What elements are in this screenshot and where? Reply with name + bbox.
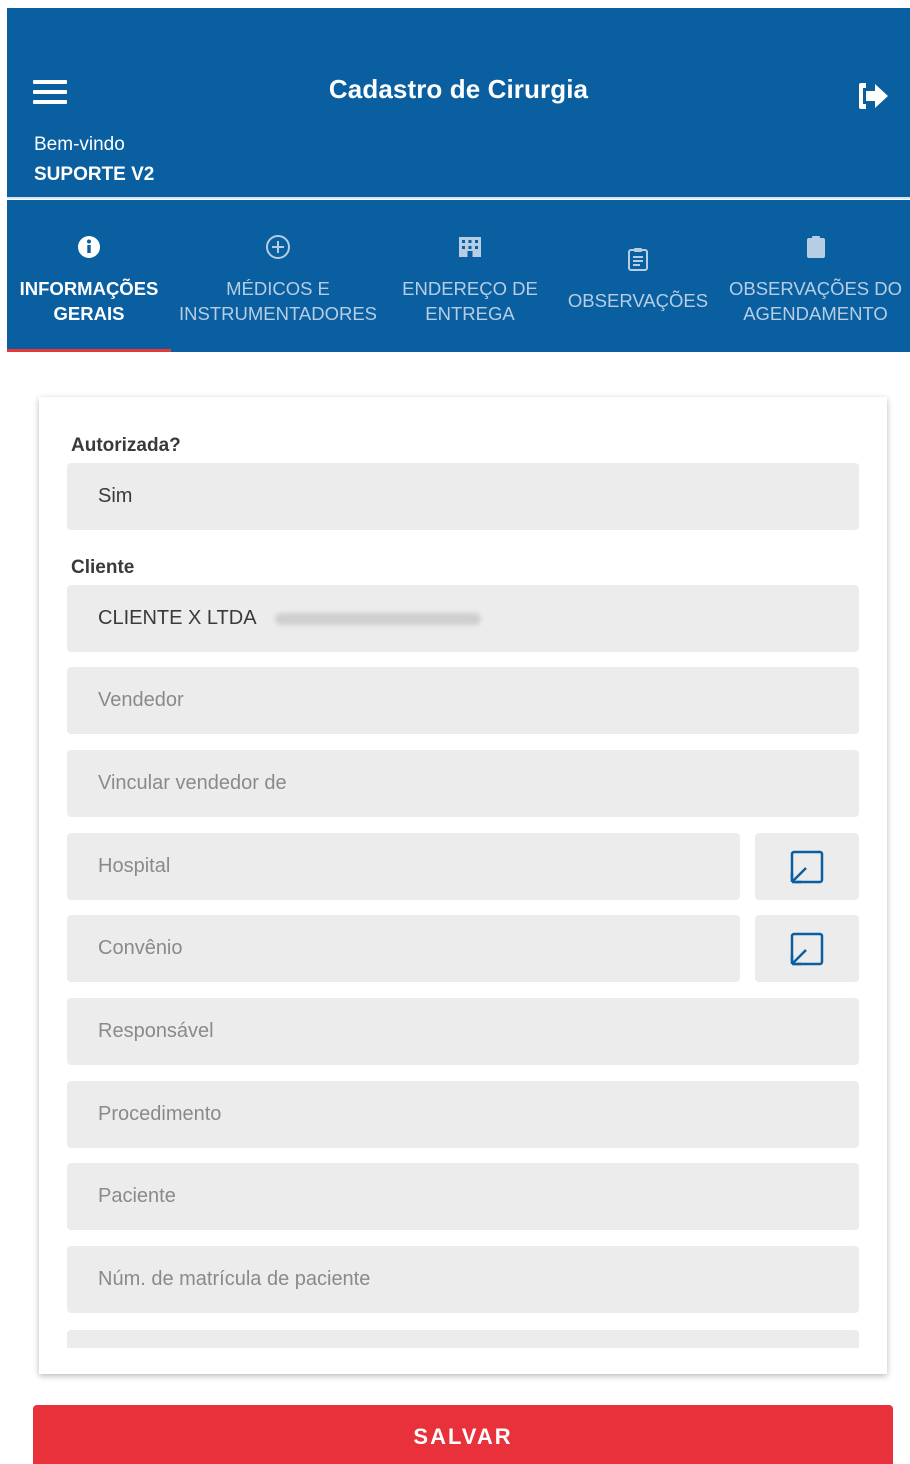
convenio-field[interactable]: Convênio: [67, 915, 740, 982]
cliente-label: Cliente: [71, 557, 135, 578]
next-field-partial[interactable]: [67, 1330, 859, 1348]
paciente-field[interactable]: Paciente: [67, 1163, 859, 1230]
tab-label-line1: Médicos e: [226, 278, 330, 299]
vendedor-field[interactable]: Vendedor: [67, 667, 859, 734]
convenio-placeholder: Convênio: [98, 937, 183, 959]
info-icon: [7, 234, 171, 260]
add-circle-icon: [171, 234, 385, 260]
welcome-text: Bem-vindo: [34, 134, 125, 155]
paciente-placeholder: Paciente: [98, 1185, 176, 1207]
tab-label-line1: Observações: [567, 290, 709, 311]
vincular-vendedor-field[interactable]: Vincular vendedor de: [67, 750, 859, 817]
responsavel-field[interactable]: Responsável: [67, 998, 859, 1065]
tab-label-line2: Entrega: [425, 303, 515, 324]
tab-label-line2: Agendamento: [743, 303, 888, 324]
active-tab-indicator: [7, 349, 171, 352]
clipboard-icon: [555, 246, 721, 272]
hospital-open-button[interactable]: [755, 833, 859, 900]
hospital-placeholder: Hospital: [98, 855, 171, 877]
tab-observacoes[interactable]: Observações: [555, 200, 721, 352]
logout-icon[interactable]: [855, 78, 891, 114]
tab-observacoes-agendamento[interactable]: Observações do Agendamento: [721, 200, 910, 352]
matricula-paciente-field[interactable]: Núm. de matrícula de paciente: [67, 1246, 859, 1313]
clipboard-filled-icon: [721, 234, 910, 260]
tab-label-line1: Observações do: [728, 278, 903, 299]
app-header: Cadastro de Cirurgia Bem-vindo SUPORTE V…: [7, 8, 910, 199]
responsavel-placeholder: Responsável: [98, 1020, 214, 1042]
procedimento-field[interactable]: Procedimento: [67, 1081, 859, 1148]
username: SUPORTE V2: [34, 164, 155, 185]
cliente-field[interactable]: CLIENTE X LTDA: [67, 585, 859, 652]
convenio-open-button[interactable]: [755, 915, 859, 982]
autorizada-select[interactable]: Sim: [67, 463, 859, 530]
autorizada-value: Sim: [98, 485, 133, 507]
building-icon: [385, 234, 555, 260]
autorizada-label: Autorizada?: [71, 435, 181, 456]
tab-label-line1: Informações: [19, 278, 159, 299]
open-in-icon: [790, 932, 824, 966]
matricula-paciente-placeholder: Núm. de matrícula de paciente: [98, 1268, 371, 1290]
save-button[interactable]: SALVAR: [33, 1405, 893, 1464]
vincular-vendedor-placeholder: Vincular vendedor de: [98, 772, 287, 794]
tab-label-line2: Gerais: [53, 303, 125, 324]
form-card: Autorizada? Sim Cliente CLIENTE X LTDA V…: [39, 397, 887, 1374]
tab-medicos-instrumentadores[interactable]: Médicos e Instrumentadores: [171, 200, 385, 352]
tab-label-line1: Endereço de: [402, 278, 538, 299]
vendedor-placeholder: Vendedor: [98, 689, 184, 711]
tab-bar: Informações Gerais Médicos e Instrumenta…: [7, 200, 910, 352]
tab-label-line2: Instrumentadores: [178, 303, 378, 324]
open-in-icon: [790, 850, 824, 884]
procedimento-placeholder: Procedimento: [98, 1103, 222, 1125]
header-divider: [7, 197, 910, 199]
redacted-cnpj: [275, 613, 481, 625]
tab-informacoes-gerais[interactable]: Informações Gerais: [7, 200, 171, 352]
cliente-value: CLIENTE X LTDA: [98, 607, 257, 629]
hospital-field[interactable]: Hospital: [67, 833, 740, 900]
page-title: Cadastro de Cirurgia: [328, 74, 589, 104]
tab-endereco-entrega[interactable]: Endereço de Entrega: [385, 200, 555, 352]
